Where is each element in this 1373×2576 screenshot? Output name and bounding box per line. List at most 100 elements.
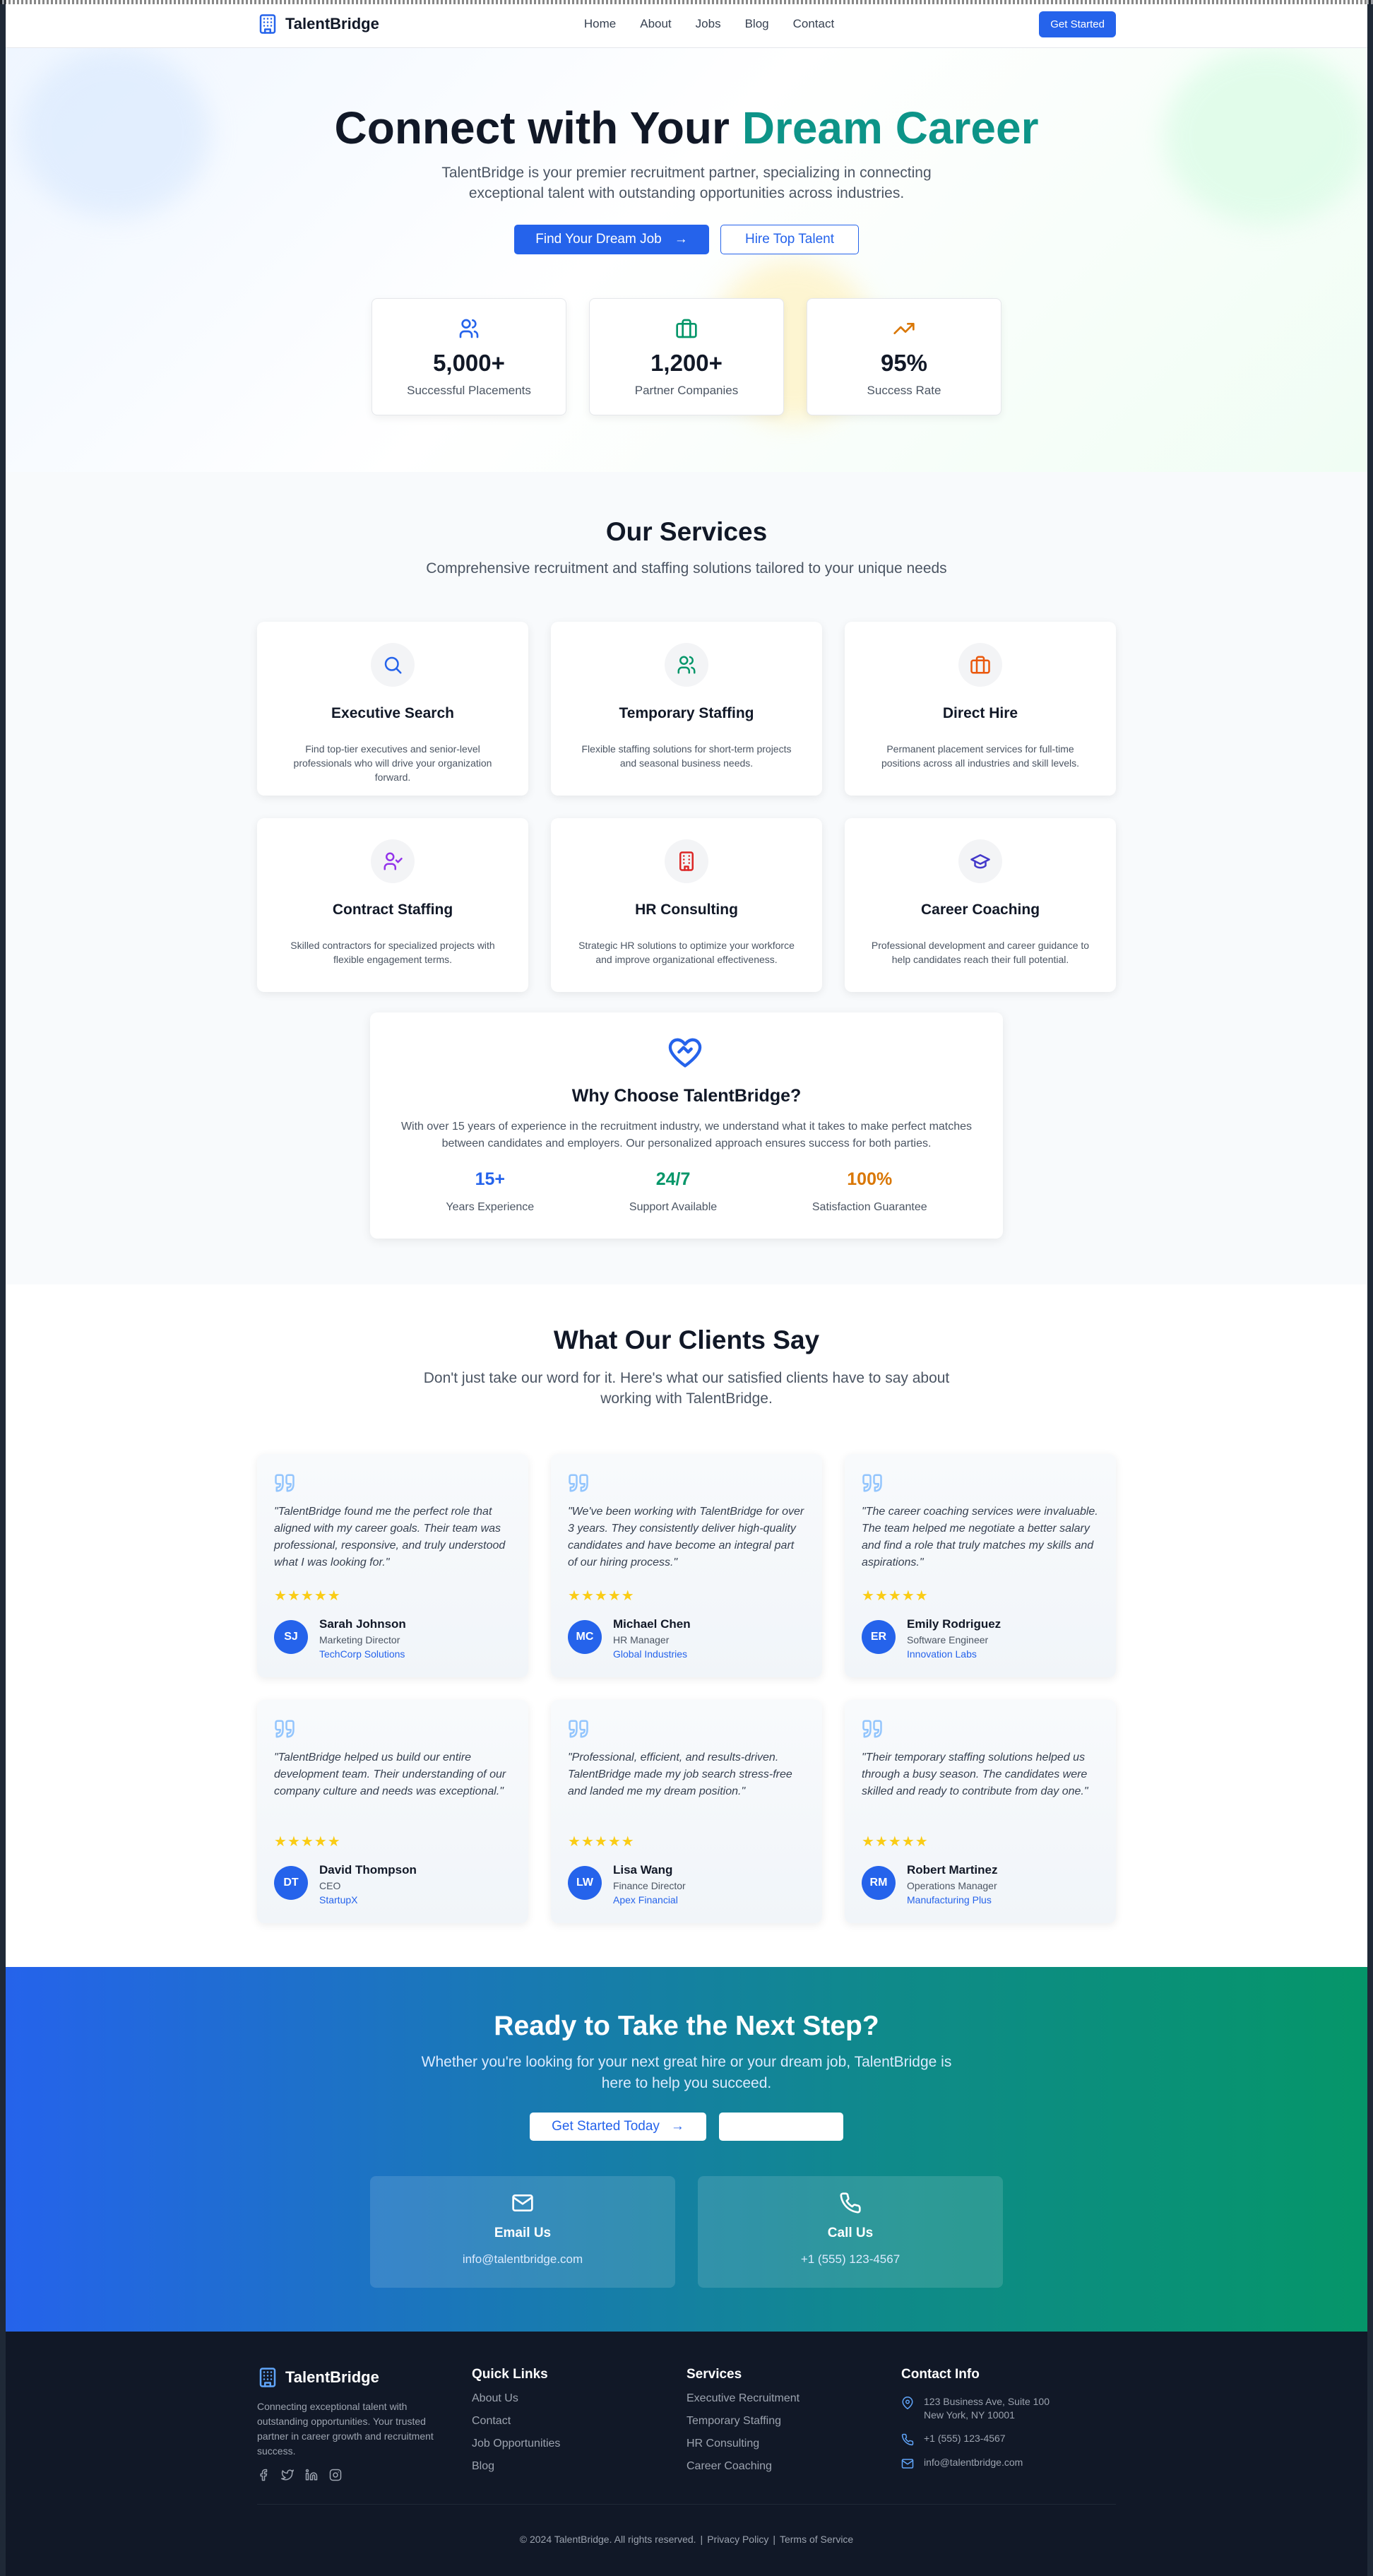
stat-card-success-rate: 95% Success Rate <box>807 298 1001 415</box>
cta-secondary-button[interactable] <box>719 2113 843 2141</box>
testimonial-author: DT David Thompson CEO StartupX <box>274 1863 511 1906</box>
map-pin-icon <box>902 2397 913 2409</box>
footer-link-jobs[interactable]: Job Opportunities <box>472 2438 686 2450</box>
footer-link-career-coaching[interactable]: Career Coaching <box>686 2460 901 2473</box>
find-job-button[interactable]: Find Your Dream Job → <box>514 225 709 254</box>
phone-card[interactable]: Call Us +1 (555) 123-4567 <box>698 2176 1003 2288</box>
author-role: CEO <box>319 1880 341 1891</box>
service-icon-badge <box>665 839 708 883</box>
author-name: Michael Chen <box>613 1617 691 1631</box>
star-icon: ★ <box>300 1834 314 1850</box>
footer-brand[interactable]: TalentBridge <box>257 2367 472 2388</box>
footer-divider <box>257 2504 1116 2505</box>
service-icon-badge <box>958 643 1002 687</box>
footer-phone[interactable]: +1 (555) 123-4567 <box>901 2432 1116 2446</box>
footer-link-about[interactable]: About Us <box>472 2392 686 2405</box>
social-links <box>257 2469 472 2481</box>
footer-link-contact[interactable]: Contact <box>472 2415 686 2428</box>
why-stat-support: 24/7 Support Available <box>629 1169 717 1214</box>
service-description: Find top-tier executives and senior-leve… <box>293 743 492 783</box>
footer-email[interactable]: info@talentbridge.com <box>901 2456 1116 2470</box>
phone-icon <box>901 2433 914 2446</box>
quote-icon <box>275 1474 295 1492</box>
testimonial-author: MC Michael Chen HR Manager Global Industrie… <box>568 1617 805 1660</box>
nav-link-about[interactable]: About <box>640 17 671 31</box>
email-card[interactable]: Email Us info@talentbridge.com <box>370 2176 675 2288</box>
brand-logo[interactable]: TalentBridge <box>257 13 379 35</box>
why-stat-value: 100% <box>847 1169 893 1189</box>
author-company: TechCorp Solutions <box>319 1648 405 1660</box>
star-icon: ★ <box>915 1588 929 1604</box>
footer-link-blog[interactable]: Blog <box>472 2460 686 2473</box>
get-started-button[interactable]: Get Started <box>1039 11 1116 37</box>
service-description: Professional development and career guid… <box>871 940 1090 965</box>
star-icon: ★ <box>607 1834 622 1850</box>
nav-link-blog[interactable]: Blog <box>745 17 769 31</box>
testimonial-card: "TalentBridge found me the perfect role … <box>257 1454 528 1677</box>
twitter-icon[interactable] <box>281 2469 294 2481</box>
service-card-temporary-staffing[interactable]: Temporary Staffing Flexible staffing sol… <box>551 622 822 796</box>
nav-link-home[interactable]: Home <box>584 17 616 31</box>
author-company: Innovation Labs <box>907 1648 977 1660</box>
footer-phone-text: +1 (555) 123-4567 <box>924 2433 1006 2444</box>
phone-icon <box>840 2192 861 2214</box>
linkedin-icon[interactable] <box>305 2469 318 2481</box>
star-icon: ★ <box>874 1588 888 1604</box>
star-icon: ★ <box>287 1588 301 1604</box>
graduation-cap-icon <box>970 854 990 869</box>
users-icon <box>459 319 479 338</box>
why-text: With over 15 years of experience in the … <box>400 1121 973 1150</box>
testimonial-card: "We've been working with TalentBridge fo… <box>551 1454 822 1677</box>
footer-heading: Quick Links <box>472 2367 548 2382</box>
facebook-icon[interactable] <box>257 2469 270 2481</box>
service-card-hr-consulting[interactable]: HR Consulting Strategic HR solutions to … <box>551 818 822 992</box>
service-description: Skilled contractors for specialized proj… <box>290 940 495 965</box>
terms-link[interactable]: Terms of Service <box>780 2534 853 2545</box>
users-icon <box>677 656 696 674</box>
service-card-executive-search[interactable]: Executive Search Find top-tier executive… <box>257 622 528 796</box>
testimonial-quote: "The career coaching services were inval… <box>862 1506 1098 1568</box>
star-rating: ★★★★★ <box>862 1833 1099 1850</box>
service-card-contract-staffing[interactable]: Contract Staffing Skilled contractors fo… <box>257 818 528 992</box>
star-icon: ★ <box>568 1588 581 1604</box>
why-stat-years: 15+ Years Experience <box>446 1169 534 1214</box>
star-icon: ★ <box>274 1834 287 1850</box>
avatar: LW <box>568 1866 602 1900</box>
nav-link-contact[interactable]: Contact <box>793 17 835 31</box>
testimonial-card: "Their temporary staffing solutions help… <box>845 1700 1116 1923</box>
footer-link-temporary-staffing[interactable]: Temporary Staffing <box>686 2415 901 2428</box>
why-choose-card: Why Choose TalentBridge? With over 15 ye… <box>370 1012 1003 1239</box>
get-started-today-button[interactable]: Get Started Today → <box>530 2113 706 2141</box>
author-role: Software Engineer <box>907 1634 989 1646</box>
star-icon: ★ <box>594 1588 608 1604</box>
author-role: Finance Director <box>613 1880 686 1891</box>
footer-contact-info: Contact Info 123 Business Ave, Suite 100… <box>901 2367 1116 2481</box>
star-icon: ★ <box>287 1834 301 1850</box>
footer-link-executive-recruitment[interactable]: Executive Recruitment <box>686 2392 901 2405</box>
nav-links: Home About Jobs Blog Contact <box>584 17 834 31</box>
cta-title: Ready to Take the Next Step? <box>494 2011 879 2041</box>
star-icon: ★ <box>901 1588 915 1604</box>
service-card-career-coaching[interactable]: Career Coaching Professional development… <box>845 818 1116 992</box>
testimonials-title: What Our Clients Say <box>553 1325 820 1354</box>
service-card-direct-hire[interactable]: Direct Hire Permanent placement services… <box>845 622 1116 796</box>
trending-up-icon <box>893 323 915 334</box>
testimonial-card: "The career coaching services were inval… <box>845 1454 1116 1677</box>
privacy-policy-link[interactable]: Privacy Policy <box>707 2534 768 2545</box>
star-icon: ★ <box>327 1588 341 1604</box>
testimonials-section: What Our Clients Say Don't just take our… <box>6 1284 1367 1967</box>
why-stat-label: Satisfaction Guarantee <box>812 1201 927 1213</box>
left-frame-border <box>0 0 6 2576</box>
footer-link-hr-consulting[interactable]: HR Consulting <box>686 2438 901 2450</box>
star-icon: ★ <box>327 1834 341 1850</box>
why-stat-satisfaction: 100% Satisfaction Guarantee <box>812 1169 927 1214</box>
why-stat-value: 24/7 <box>655 1169 691 1189</box>
services-subtitle: Comprehensive recruitment and staffing s… <box>426 560 947 577</box>
handshake-heart-icon <box>668 1038 702 1068</box>
mail-icon <box>901 2459 914 2469</box>
building-icon <box>679 851 694 871</box>
nav-link-jobs[interactable]: Jobs <box>696 17 721 31</box>
instagram-icon[interactable] <box>329 2469 342 2481</box>
hire-talent-button[interactable]: Hire Top Talent <box>720 225 859 254</box>
stat-label: Success Rate <box>867 384 941 397</box>
